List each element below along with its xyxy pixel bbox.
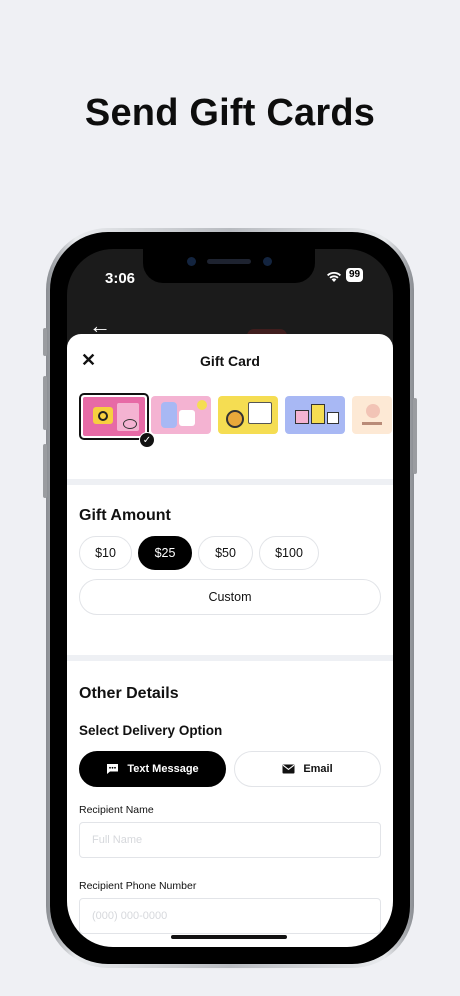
amount-50-button[interactable]: $50 [198, 536, 253, 570]
card-design-coins[interactable] [218, 396, 278, 434]
other-details-title: Other Details [79, 685, 179, 702]
mail-icon [282, 764, 295, 774]
card-design-coffee[interactable] [151, 396, 211, 434]
volume-up-button [43, 376, 47, 430]
phone-bezel: 3:06 99 ← ✕ Gift Card ✓ Gift Amount $10 … [50, 232, 410, 964]
card-design-camera[interactable] [79, 393, 149, 440]
amount-25-button[interactable]: $25 [138, 536, 192, 570]
recipient-name-label: Recipient Name [79, 804, 154, 816]
sheet-header: ✕ Gift Card [67, 334, 393, 386]
mute-switch [43, 328, 47, 356]
text-message-button[interactable]: Text Message [79, 751, 226, 787]
notch [143, 249, 315, 283]
text-message-label: Text Message [127, 763, 199, 775]
volume-down-button [43, 444, 47, 498]
gift-amount-title: Gift Amount [79, 507, 171, 524]
email-button[interactable]: Email [234, 751, 381, 787]
message-icon [107, 764, 119, 774]
front-camera [187, 257, 196, 266]
amount-options: $10 $25 $50 $100 [79, 536, 381, 570]
recipient-phone-label: Recipient Phone Number [79, 880, 197, 892]
power-button [413, 398, 417, 474]
status-time: 3:06 [105, 270, 136, 287]
wifi-icon [327, 271, 341, 282]
home-indicator[interactable] [171, 935, 287, 939]
sheet-title: Gift Card [200, 353, 260, 369]
battery-indicator: 99 [346, 268, 364, 282]
earpiece-speaker [207, 259, 251, 264]
email-label: Email [303, 763, 333, 775]
amount-100-button[interactable]: $100 [259, 536, 319, 570]
delivery-options: Text Message Email [79, 751, 381, 787]
recipient-name-input[interactable]: Full Name [79, 822, 381, 858]
custom-amount-button[interactable]: Custom [79, 579, 381, 615]
status-bar: 3:06 99 [67, 249, 393, 299]
delivery-option-title: Select Delivery Option [79, 723, 223, 738]
gift-card-sheet: ✕ Gift Card ✓ Gift Amount $10 $25 $50 $1… [67, 334, 393, 947]
card-design-carousel[interactable]: ✓ [67, 386, 393, 479]
amount-10-button[interactable]: $10 [79, 536, 132, 570]
page-headline: Send Gift Cards [84, 92, 376, 134]
recipient-phone-input[interactable]: (000) 000-0000 [79, 898, 381, 934]
other-details-section: Other Details Select Delivery Option Tex… [67, 661, 393, 934]
phone-frame: 3:06 99 ← ✕ Gift Card ✓ Gift Amount $10 … [43, 228, 417, 968]
phone-screen: 3:06 99 ← ✕ Gift Card ✓ Gift Amount $10 … [67, 249, 393, 947]
card-design-gifts[interactable] [285, 396, 345, 434]
card-design-enjoy[interactable] [352, 396, 392, 434]
gift-amount-section: Gift Amount $10 $25 $50 $100 Custom [67, 485, 393, 655]
selected-check-icon: ✓ [139, 432, 155, 448]
face-sensor [263, 257, 272, 266]
